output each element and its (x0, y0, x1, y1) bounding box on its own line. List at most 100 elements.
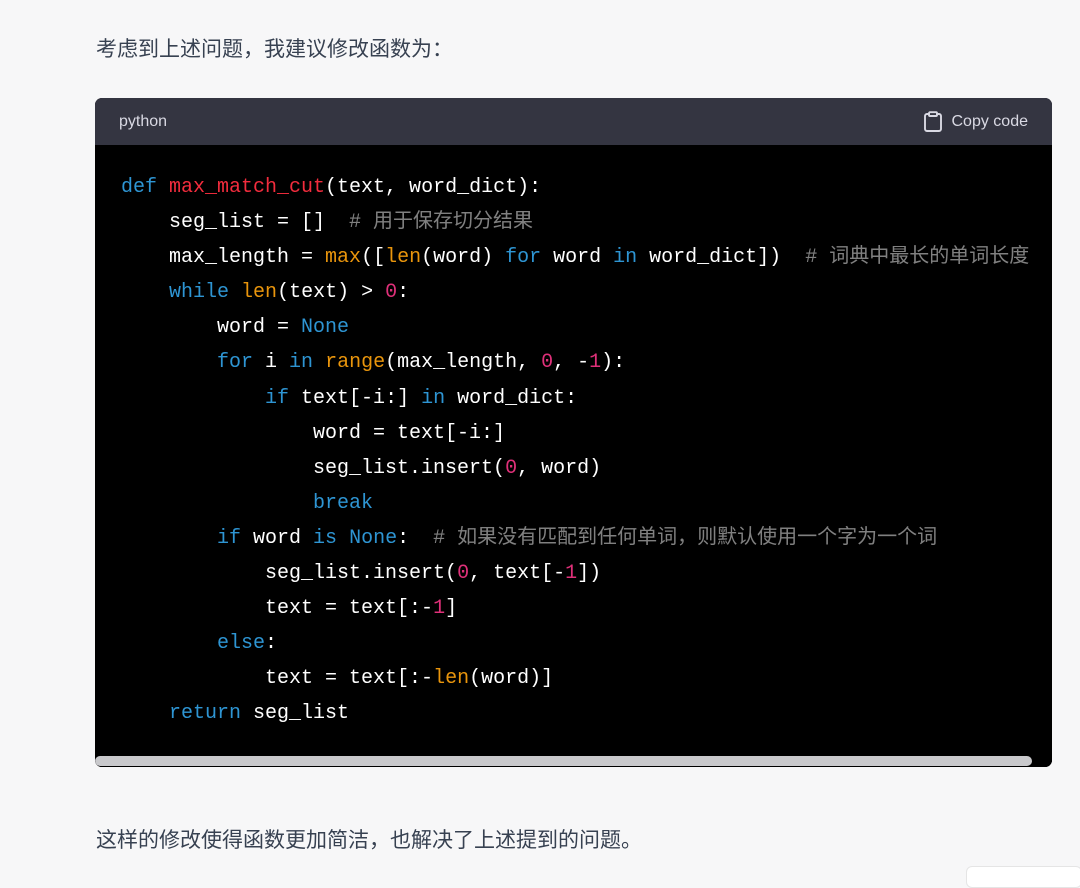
copy-code-label: Copy code (951, 113, 1029, 130)
code-token: : (265, 632, 278, 656)
function-name-token: max_match_cut (169, 176, 326, 199)
builtin-token: len (433, 667, 470, 691)
bottom-right-panel (966, 866, 1080, 888)
code-line: for i in range(max_length, 0, -1): (121, 351, 625, 374)
number-token: 1 (565, 562, 578, 586)
copy-code-button[interactable]: Copy code (923, 110, 1029, 134)
code-line: if word is None: # 如果没有匹配到任何单词，则默认使用一个字为… (121, 527, 937, 550)
builtin-token: range (325, 351, 386, 375)
code-line: seg_list.insert(0, word) (121, 457, 601, 480)
keyword-token: if (217, 526, 242, 550)
keyword-token: in (289, 351, 314, 375)
builtin-token: len (241, 281, 278, 305)
code-line: while len(text) > 0: (121, 281, 409, 304)
code-token: (text, word_dict): (325, 176, 542, 199)
code-token: max_length = (121, 246, 326, 270)
code-line: else: (121, 632, 277, 655)
code-line: break (121, 492, 373, 515)
keyword-token: for (505, 246, 542, 270)
code-body: def max_match_cut(text, word_dict): seg_… (95, 145, 1052, 767)
keyword-token: break (313, 491, 374, 515)
keyword-token: if (265, 386, 290, 410)
number-token: 0 (385, 281, 398, 305)
outro-paragraph: 这样的修改使得函数更加简洁，也解决了上述提到的问题。 (96, 829, 642, 852)
code-token: word (241, 526, 314, 550)
code-line: def max_match_cut(text, word_dict): (121, 176, 541, 199)
intro-paragraph: 考虑到上述问题，我建议修改函数为： (96, 38, 453, 61)
keyword-token: else (217, 632, 266, 656)
code-token: word_dict]) (637, 246, 806, 270)
builtin-token: max (325, 246, 362, 270)
comment-token: # 如果没有匹配到任何单词，则默认使用一个字为一个词 (433, 526, 938, 550)
code-token: ([ (361, 246, 386, 270)
code-language-label: python (119, 113, 168, 130)
keyword-token: in (613, 246, 638, 270)
number-token: 1 (433, 597, 446, 621)
code-token: ] (445, 597, 458, 621)
number-token: 0 (541, 351, 554, 375)
code-token: text[-i:] (289, 386, 422, 410)
keyword-token: def (121, 176, 170, 199)
keyword-token: for (217, 351, 254, 375)
code-token: seg_list.insert( (121, 562, 458, 586)
code-line: word = text[-i:] (121, 422, 505, 445)
code-token: text = text[:- (121, 667, 434, 691)
code-token: text = text[:- (121, 597, 434, 621)
code-token: word = text[-i:] (121, 421, 506, 445)
code-token: word = (121, 316, 302, 340)
comment-token: # 词典中最长的单词长度 (805, 246, 1030, 270)
builtin-token: len (385, 246, 422, 270)
comment-token: # 用于保存切分结果 (349, 211, 534, 235)
code-line: seg_list = [] # 用于保存切分结果 (121, 211, 533, 234)
number-token: 1 (589, 351, 602, 375)
keyword-token: in (421, 386, 446, 410)
code-line: if text[-i:] in word_dict: (121, 387, 577, 410)
code-block: python Copy code def max_match_cut(text,… (95, 98, 1052, 767)
code-token: : (397, 526, 434, 550)
code-line: text = text[:-len(word)] (121, 667, 553, 690)
code-token: (word) (421, 246, 506, 270)
keyword-token: while (169, 281, 230, 305)
keyword-token: None (349, 526, 398, 550)
code-token: seg_list = [] (121, 211, 350, 235)
number-token: 0 (505, 456, 518, 480)
code-token: word (541, 246, 614, 270)
code-token: ]) (577, 562, 602, 586)
code-line: seg_list.insert(0, text[-1]) (121, 562, 601, 585)
code-line: max_length = max([len(word) for word in … (121, 246, 1029, 269)
code-token: word_dict: (445, 386, 578, 410)
code-token: , word) (517, 456, 602, 480)
keyword-token: None (301, 316, 350, 340)
code-token: (word)] (469, 667, 554, 691)
code-token: (max_length, (385, 351, 542, 375)
clipboard-icon (923, 111, 943, 133)
code-line: word = None (121, 316, 349, 339)
code-token: seg_list (241, 702, 350, 726)
code-token: seg_list.insert( (121, 456, 506, 480)
code-line: return seg_list (121, 702, 349, 725)
code-token: (text) > (277, 281, 386, 305)
code-token: ): (601, 351, 626, 375)
code-token: i (253, 351, 290, 375)
keyword-token: is (313, 526, 338, 550)
code-block-header: python Copy code (95, 98, 1052, 145)
keyword-token: return (169, 702, 242, 726)
horizontal-scrollbar[interactable] (95, 755, 1052, 767)
code-line: text = text[:-1] (121, 597, 457, 620)
code-token: , - (553, 351, 590, 375)
code-content: def max_match_cut(text, word_dict): seg_… (121, 170, 1029, 732)
code-token: , text[- (469, 562, 566, 586)
code-token: : (397, 281, 410, 305)
number-token: 0 (457, 562, 470, 586)
scrollbar-thumb[interactable] (95, 756, 1032, 766)
